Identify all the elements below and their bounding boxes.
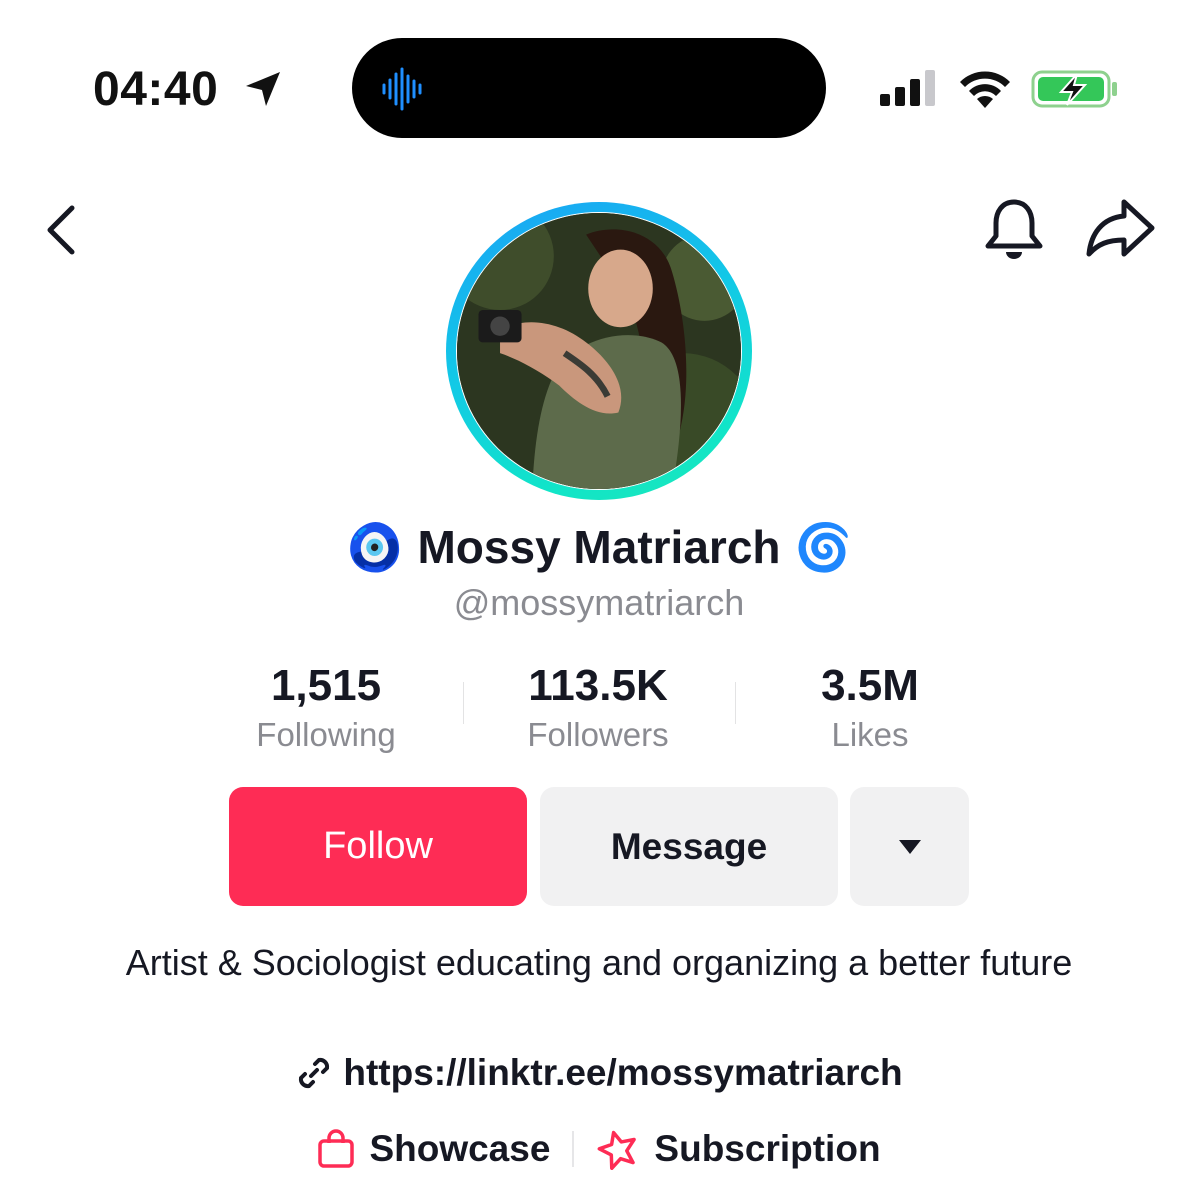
stat-following-value: 1,515 bbox=[270, 661, 382, 710]
share-arrow-icon[interactable] bbox=[1084, 196, 1156, 262]
stat-followers[interactable]: 113.5K Followers bbox=[468, 660, 728, 756]
battery-charging-icon bbox=[1031, 70, 1117, 108]
link-icon bbox=[299, 1058, 330, 1089]
stat-followers-label: Followers bbox=[527, 716, 669, 753]
profile-link[interactable]: https://linktr.ee/mossymatriarch bbox=[0, 1046, 1198, 1098]
message-button[interactable]: Message bbox=[540, 787, 838, 906]
subscription-label: Subscription bbox=[654, 1128, 881, 1169]
stat-divider bbox=[735, 682, 736, 724]
caret-down-icon bbox=[898, 839, 921, 854]
stat-following-label: Following bbox=[256, 716, 396, 753]
profile-link-text[interactable]: https://linktr.ee/mossymatriarch bbox=[343, 1052, 902, 1093]
follow-button[interactable]: Follow bbox=[229, 787, 527, 906]
profile-handle: @mossymatriarch bbox=[453, 582, 745, 623]
location-arrow-icon bbox=[246, 72, 280, 106]
profile-name-row: 🧿 Mossy Matriarch 🌀 bbox=[0, 512, 1198, 578]
cellular-signal-icon bbox=[880, 70, 935, 106]
more-options-button[interactable] bbox=[850, 787, 969, 906]
stat-following[interactable]: 1,515 Following bbox=[196, 660, 456, 756]
extras-divider bbox=[572, 1131, 575, 1167]
bell-icon[interactable] bbox=[982, 196, 1046, 262]
avatar-story-ring[interactable] bbox=[446, 202, 752, 500]
showcase-label: Showcase bbox=[369, 1128, 551, 1169]
stat-divider bbox=[463, 682, 464, 724]
profile-bio: Artist & Sociologist educating and organ… bbox=[125, 942, 1073, 983]
stat-followers-value: 113.5K bbox=[528, 661, 668, 710]
stat-likes-value: 3.5M bbox=[821, 661, 919, 710]
status-time: 04:40 bbox=[93, 63, 219, 116]
nazar-amulet-emoji: 🧿 bbox=[346, 520, 404, 573]
avatar bbox=[457, 213, 741, 489]
profile-extras-row: Showcase Subscription bbox=[0, 1124, 1198, 1174]
wifi-icon bbox=[960, 71, 1010, 108]
cyclone-emoji: 🌀 bbox=[794, 520, 852, 573]
shopping-bag-icon bbox=[318, 1129, 355, 1168]
showcase-button[interactable]: Showcase bbox=[317, 1124, 550, 1174]
back-chevron-icon[interactable] bbox=[38, 200, 88, 260]
stat-likes[interactable]: 3.5M Likes bbox=[740, 660, 1000, 756]
stat-likes-label: Likes bbox=[831, 716, 909, 753]
profile-name: Mossy Matriarch bbox=[417, 520, 781, 573]
subscription-button[interactable]: Subscription bbox=[596, 1124, 881, 1174]
audio-waveform-icon bbox=[382, 67, 422, 111]
subscription-star-icon bbox=[597, 1130, 637, 1170]
